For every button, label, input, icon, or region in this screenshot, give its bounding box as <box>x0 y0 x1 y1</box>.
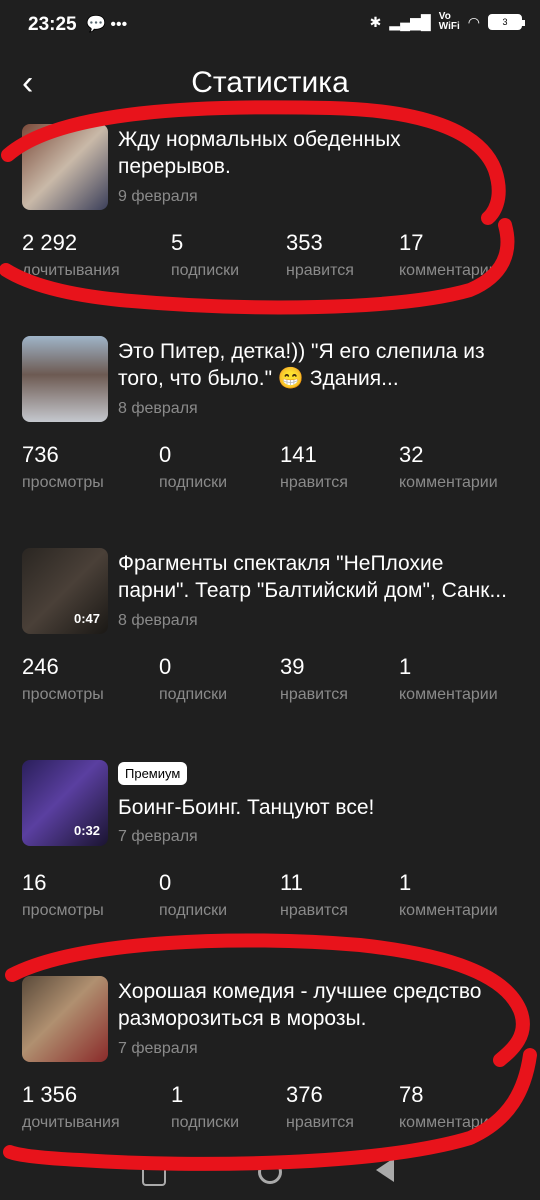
notification-icons: 💬 ••• <box>86 14 127 34</box>
stat-reads: 1 356 дочитывания <box>22 1082 120 1132</box>
stat-value: 32 <box>399 442 424 467</box>
stat-label: подписки <box>171 1114 240 1131</box>
stat-label: комментарии <box>399 474 498 491</box>
stat-likes: 39 нравится <box>280 654 348 704</box>
stat-value: 17 <box>399 230 424 255</box>
post-thumbnail[interactable] <box>22 124 108 210</box>
stat-label: дочитывания <box>22 262 120 279</box>
status-indicators: ✱ ▂▄▆█ Vo WiFi ◠ 3 <box>369 11 525 32</box>
stat-value: 1 <box>399 870 412 895</box>
stat-value: 11 <box>280 870 303 895</box>
stat-label: подписки <box>159 902 228 919</box>
chat-bubble-icon: 💬 <box>86 16 106 33</box>
stat-label: подписки <box>159 474 228 491</box>
stat-value: 78 <box>399 1082 424 1107</box>
stat-value: 0 <box>159 870 172 895</box>
status-time: 23:25 <box>28 14 77 35</box>
stat-views: 736 просмотры <box>22 442 104 492</box>
stat-value: 376 <box>286 1082 323 1107</box>
stat-label: нравится <box>286 262 354 279</box>
vowifi-icon: Vo WiFi <box>438 11 460 32</box>
post-title[interactable]: Боинг-Боинг. Танцуют все! <box>118 794 518 821</box>
post-date: 9 февраля <box>118 188 198 205</box>
stat-label: нравится <box>280 686 348 703</box>
wifi-icon: ◠ <box>467 13 480 30</box>
stat-likes: 11 нравится <box>280 870 348 920</box>
recents-icon[interactable] <box>142 1162 166 1186</box>
post-thumbnail[interactable] <box>22 336 108 422</box>
post-title[interactable]: Хорошая комедия - лучшее средство размор… <box>118 978 518 1032</box>
stats-feed[interactable]: Жду нормальных обеденных перерывов. 9 фе… <box>0 118 540 1150</box>
battery-level: 3 <box>490 16 520 28</box>
home-icon[interactable] <box>258 1160 282 1184</box>
stat-label: нравится <box>286 1114 354 1131</box>
stat-value: 1 <box>399 654 412 679</box>
stat-label: просмотры <box>22 686 104 703</box>
stat-comments: 32 комментарии <box>399 442 498 492</box>
stat-comments: 17 комментарии <box>399 230 498 280</box>
stat-label: комментарии <box>399 902 498 919</box>
battery-icon: 3 <box>488 14 525 30</box>
stat-likes: 353 нравится <box>286 230 354 280</box>
stat-comments: 78 комментарии <box>399 1082 498 1132</box>
page-title: Статистика <box>191 66 349 99</box>
stat-views: 16 просмотры <box>22 870 104 920</box>
post-date: 7 февраля <box>118 1040 198 1057</box>
video-thumbnail[interactable]: 0:32 <box>22 760 108 846</box>
stat-subscriptions: 0 подписки <box>159 654 227 704</box>
system-nav-bar <box>0 1150 540 1200</box>
stat-label: дочитывания <box>22 1114 120 1131</box>
post-title[interactable]: Это Питер, детка!)) "Я его слепила из то… <box>118 338 518 392</box>
stat-subscriptions: 5 подписки <box>171 230 239 280</box>
stat-label: просмотры <box>22 474 104 491</box>
stat-comments: 1 комментарии <box>399 654 498 704</box>
stat-comments: 1 комментарии <box>399 870 498 920</box>
premium-badge: Премиум <box>118 762 188 785</box>
stat-reads: 2 292 дочитывания <box>22 230 120 280</box>
stat-likes: 141 нравится <box>280 442 348 492</box>
video-duration: 0:47 <box>73 611 100 626</box>
stat-label: комментарии <box>399 686 498 703</box>
stat-subscriptions: 0 подписки <box>159 442 227 492</box>
stat-views: 246 просмотры <box>22 654 104 704</box>
stat-label: подписки <box>171 262 240 279</box>
post-thumbnail[interactable] <box>22 976 108 1062</box>
post-date: 8 февраля <box>118 400 198 417</box>
back-triangle-icon[interactable] <box>376 1158 394 1182</box>
status-bar: 23:25 💬 ••• ✱ ▂▄▆█ Vo WiFi ◠ 3 <box>0 0 540 52</box>
stat-subscriptions: 1 подписки <box>171 1082 239 1132</box>
stat-value: 39 <box>280 654 305 679</box>
stat-label: нравится <box>280 902 348 919</box>
app-header: ‹ Статистика <box>0 52 540 118</box>
stat-value: 1 356 <box>22 1082 78 1107</box>
post-title[interactable]: Фрагменты спектакля "НеПлохие парни". Те… <box>118 550 518 604</box>
more-dots-icon: ••• <box>110 16 128 33</box>
stat-label: комментарии <box>399 1114 498 1131</box>
stat-subscriptions: 0 подписки <box>159 870 227 920</box>
post-date: 8 февраля <box>118 612 198 629</box>
stat-value: 141 <box>280 442 317 467</box>
stat-value: 353 <box>286 230 323 255</box>
stat-value: 1 <box>171 1082 184 1107</box>
stat-value: 246 <box>22 654 59 679</box>
signal-icon: ▂▄▆█ <box>389 13 431 30</box>
stat-value: 16 <box>22 870 47 895</box>
stat-value: 0 <box>159 654 172 679</box>
stat-value: 0 <box>159 442 172 467</box>
post-date: 7 февраля <box>118 828 198 845</box>
bluetooth-icon: ✱ <box>369 13 382 30</box>
stat-value: 736 <box>22 442 59 467</box>
post-title[interactable]: Жду нормальных обеденных перерывов. <box>118 126 518 180</box>
stat-label: просмотры <box>22 902 104 919</box>
stat-label: комментарии <box>399 262 498 279</box>
stat-label: подписки <box>159 686 228 703</box>
stat-label: нравится <box>280 474 348 491</box>
stat-value: 2 292 <box>22 230 78 255</box>
stat-likes: 376 нравится <box>286 1082 354 1132</box>
video-duration: 0:32 <box>73 823 100 838</box>
stat-value: 5 <box>171 230 184 255</box>
video-thumbnail[interactable]: 0:47 <box>22 548 108 634</box>
